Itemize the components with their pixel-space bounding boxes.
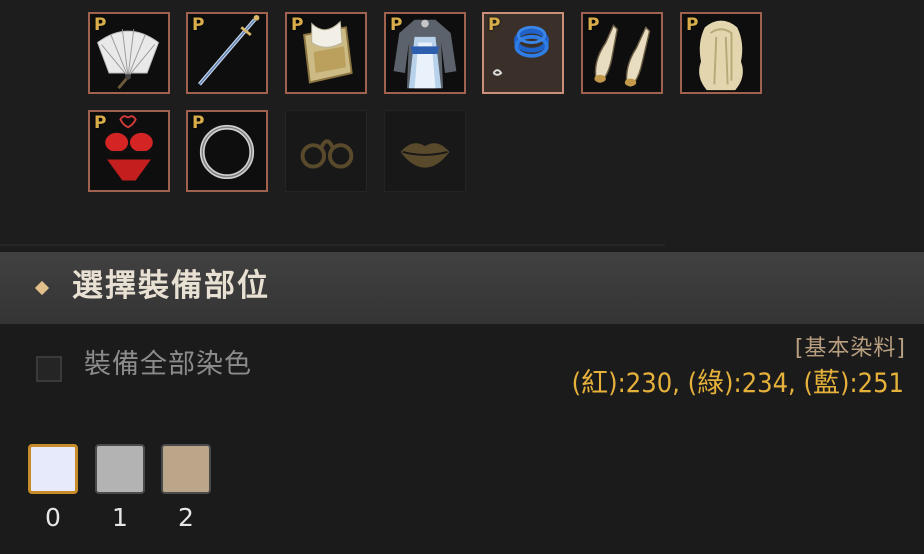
premium-badge: P xyxy=(94,15,107,35)
premium-badge: P xyxy=(291,15,304,35)
premium-badge: P xyxy=(390,15,403,35)
equip-slot-lips[interactable] xyxy=(384,110,466,192)
equip-slot-outfit[interactable]: P xyxy=(384,12,466,94)
dye-all-checkbox[interactable] xyxy=(36,356,62,382)
palette-index-0: 0 xyxy=(45,503,61,532)
section-title: 選擇裝備部位 xyxy=(72,268,270,304)
equip-slot-wig[interactable]: P xyxy=(680,12,762,94)
equip-slot-armor[interactable]: P xyxy=(285,12,367,94)
premium-badge: P xyxy=(94,113,107,133)
palette-index-1: 1 xyxy=(112,503,128,532)
palette-swatch-0[interactable] xyxy=(28,444,78,494)
premium-badge: P xyxy=(587,15,600,35)
premium-badge: P xyxy=(192,15,205,35)
premium-badge: P xyxy=(488,15,501,35)
equip-slot-bracelet[interactable]: P xyxy=(482,12,564,94)
equip-slot-fan[interactable]: P xyxy=(88,12,170,94)
dye-type-label: [基本染料] xyxy=(794,336,906,361)
premium-badge: P xyxy=(192,113,205,133)
equip-slot-shoes[interactable]: P xyxy=(581,12,663,94)
divider xyxy=(0,244,665,246)
equipment-panel: P P P P P P P P P xyxy=(0,0,924,248)
premium-badge: P xyxy=(686,15,699,35)
equip-slot-sword[interactable]: P xyxy=(186,12,268,94)
palette-swatch-1[interactable] xyxy=(95,444,145,494)
equip-slot-underwear[interactable]: P xyxy=(88,110,170,192)
glasses-icon xyxy=(300,139,354,169)
equip-slot-ring[interactable]: P xyxy=(186,110,268,192)
palette-index-2: 2 xyxy=(178,503,194,532)
equip-slot-glasses[interactable] xyxy=(285,110,367,192)
palette-swatch-2[interactable] xyxy=(161,444,211,494)
dye-all-label: 裝備全部染色 xyxy=(84,349,252,380)
dye-rgb-readout: (紅):230, (綠):234, (藍):251 xyxy=(571,368,904,399)
lips-icon xyxy=(400,143,450,168)
